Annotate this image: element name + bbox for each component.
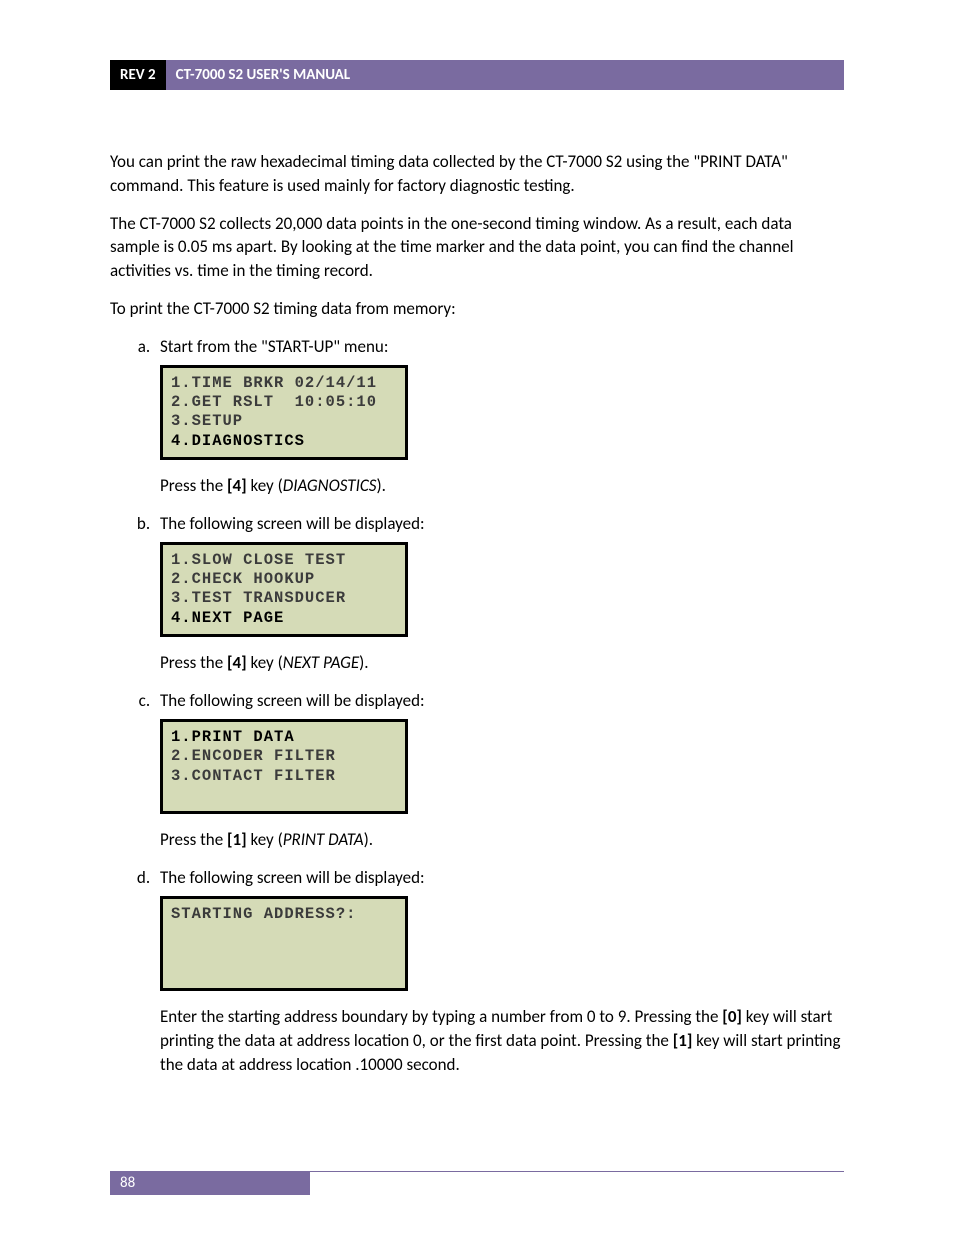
key-label: [0] bbox=[722, 1006, 742, 1027]
press-text: ). bbox=[364, 829, 373, 850]
step-b-press: Press the [4] key (NEXT PAGE). bbox=[160, 651, 844, 675]
tail-text: Enter the starting address boundary by t… bbox=[160, 1006, 722, 1027]
press-text: key ( bbox=[247, 829, 283, 850]
intro-paragraph-1: You can print the raw hexadecimal timing… bbox=[110, 150, 844, 198]
step-d: The following screen will be displayed: … bbox=[154, 866, 844, 1077]
lcd-line: 3.TEST TRANSDUCER bbox=[171, 589, 397, 608]
lcd-screen-diagnostics: 1.SLOW CLOSE TEST 2.CHECK HOOKUP 3.TEST … bbox=[160, 542, 408, 638]
lcd-screen-startup: 1.TIME BRKR 02/14/11 2.GET RSLT 10:05:10… bbox=[160, 365, 408, 461]
step-d-tail: Enter the starting address boundary by t… bbox=[160, 1005, 844, 1076]
lcd-screen-nextpage: 1.PRINT DATA 2.ENCODER FILTER 3.CONTACT … bbox=[160, 719, 408, 815]
lcd-line: 1.SLOW CLOSE TEST bbox=[171, 551, 397, 570]
press-option: PRINT DATA bbox=[283, 829, 364, 850]
steps-list: Start from the "START-UP" menu: 1.TIME B… bbox=[110, 335, 844, 1077]
page: REV 2 CT-7000 S2 USER'S MANUAL You can p… bbox=[0, 0, 954, 1235]
step-a-press: Press the [4] key (DIAGNOSTICS). bbox=[160, 474, 844, 498]
step-c: The following screen will be displayed: … bbox=[154, 689, 844, 852]
press-text: key ( bbox=[247, 475, 283, 496]
step-b: The following screen will be displayed: … bbox=[154, 512, 844, 675]
press-option: DIAGNOSTICS bbox=[283, 475, 377, 496]
press-text: Press the bbox=[160, 475, 227, 496]
press-text: Press the bbox=[160, 652, 227, 673]
press-text: Press the bbox=[160, 829, 227, 850]
key-label: [1] bbox=[673, 1030, 693, 1051]
press-text: key ( bbox=[247, 652, 283, 673]
footer-bar: 88 bbox=[110, 1171, 844, 1195]
page-number: 88 bbox=[110, 1171, 310, 1195]
lcd-line bbox=[171, 924, 397, 943]
lcd-line: 1.TIME BRKR 02/14/11 bbox=[171, 374, 397, 393]
lcd-line-selected: 4.DIAGNOSTICS bbox=[171, 432, 397, 451]
lcd-line: 2.CHECK HOOKUP bbox=[171, 570, 397, 589]
content: You can print the raw hexadecimal timing… bbox=[110, 150, 844, 1171]
header-rev: REV 2 bbox=[110, 60, 166, 90]
step-a: Start from the "START-UP" menu: 1.TIME B… bbox=[154, 335, 844, 498]
step-d-text: The following screen will be displayed: bbox=[160, 867, 425, 888]
lcd-line: 2.GET RSLT 10:05:10 bbox=[171, 393, 397, 412]
press-text: ). bbox=[359, 652, 368, 673]
header-title: CT-7000 S2 USER'S MANUAL bbox=[166, 60, 844, 90]
lcd-line: STARTING ADDRESS?: bbox=[171, 905, 397, 924]
lcd-line-selected: 1.PRINT DATA bbox=[171, 728, 397, 747]
lcd-line bbox=[171, 944, 397, 963]
lcd-line: 3.CONTACT FILTER bbox=[171, 767, 397, 786]
press-option: NEXT PAGE bbox=[283, 652, 359, 673]
key-label: [4] bbox=[227, 475, 247, 496]
lcd-line bbox=[171, 786, 397, 805]
lcd-line bbox=[171, 963, 397, 982]
step-c-press: Press the [1] key (PRINT DATA). bbox=[160, 828, 844, 852]
lcd-line-selected: 4.NEXT PAGE bbox=[171, 609, 397, 628]
key-label: [4] bbox=[227, 652, 247, 673]
key-label: [1] bbox=[227, 829, 247, 850]
intro-paragraph-2: The CT-7000 S2 collects 20,000 data poin… bbox=[110, 212, 844, 283]
step-a-text: Start from the "START-UP" menu: bbox=[160, 336, 388, 357]
header-bar: REV 2 CT-7000 S2 USER'S MANUAL bbox=[110, 60, 844, 90]
intro-paragraph-3: To print the CT-7000 S2 timing data from… bbox=[110, 297, 844, 321]
step-c-text: The following screen will be displayed: bbox=[160, 690, 425, 711]
lcd-screen-address: STARTING ADDRESS?: bbox=[160, 896, 408, 992]
lcd-line: 2.ENCODER FILTER bbox=[171, 747, 397, 766]
press-text: ). bbox=[376, 475, 385, 496]
step-b-text: The following screen will be displayed: bbox=[160, 513, 425, 534]
footer-line bbox=[310, 1171, 844, 1195]
lcd-line: 3.SETUP bbox=[171, 412, 397, 431]
